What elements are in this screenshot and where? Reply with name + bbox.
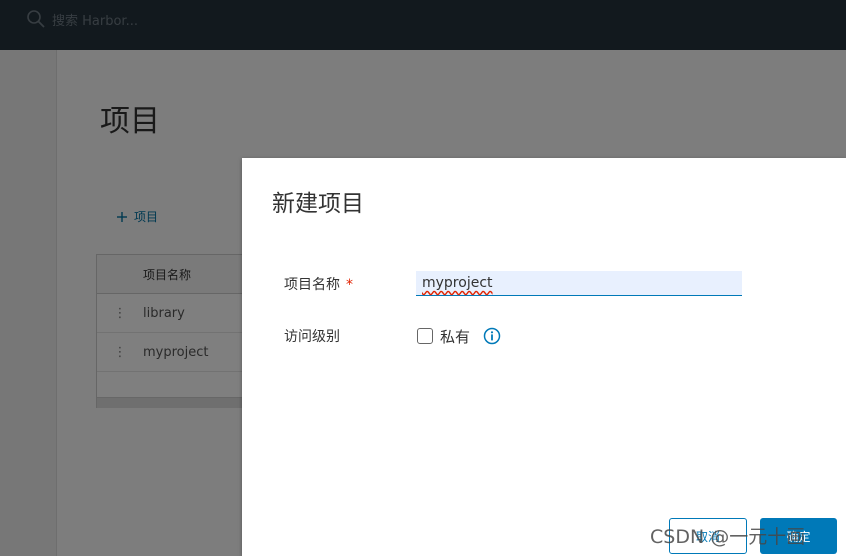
access-level-label: 访问级别 (284, 329, 340, 345)
dialog-title: 新建项目 (272, 191, 364, 217)
private-checkbox[interactable] (417, 328, 433, 344)
private-checkbox-label[interactable]: 私有 (440, 326, 470, 347)
project-name-value: myproject (422, 275, 493, 291)
new-project-dialog: 新建项目 项目名称 * myproject 访问级别 私有 取消 确定 (242, 158, 846, 556)
watermark: CSDN @一元十画 (650, 526, 806, 548)
info-icon[interactable] (483, 327, 501, 345)
project-name-label: 项目名称 * (284, 277, 353, 293)
required-marker: * (346, 277, 353, 293)
project-name-input[interactable]: myproject (416, 271, 742, 296)
